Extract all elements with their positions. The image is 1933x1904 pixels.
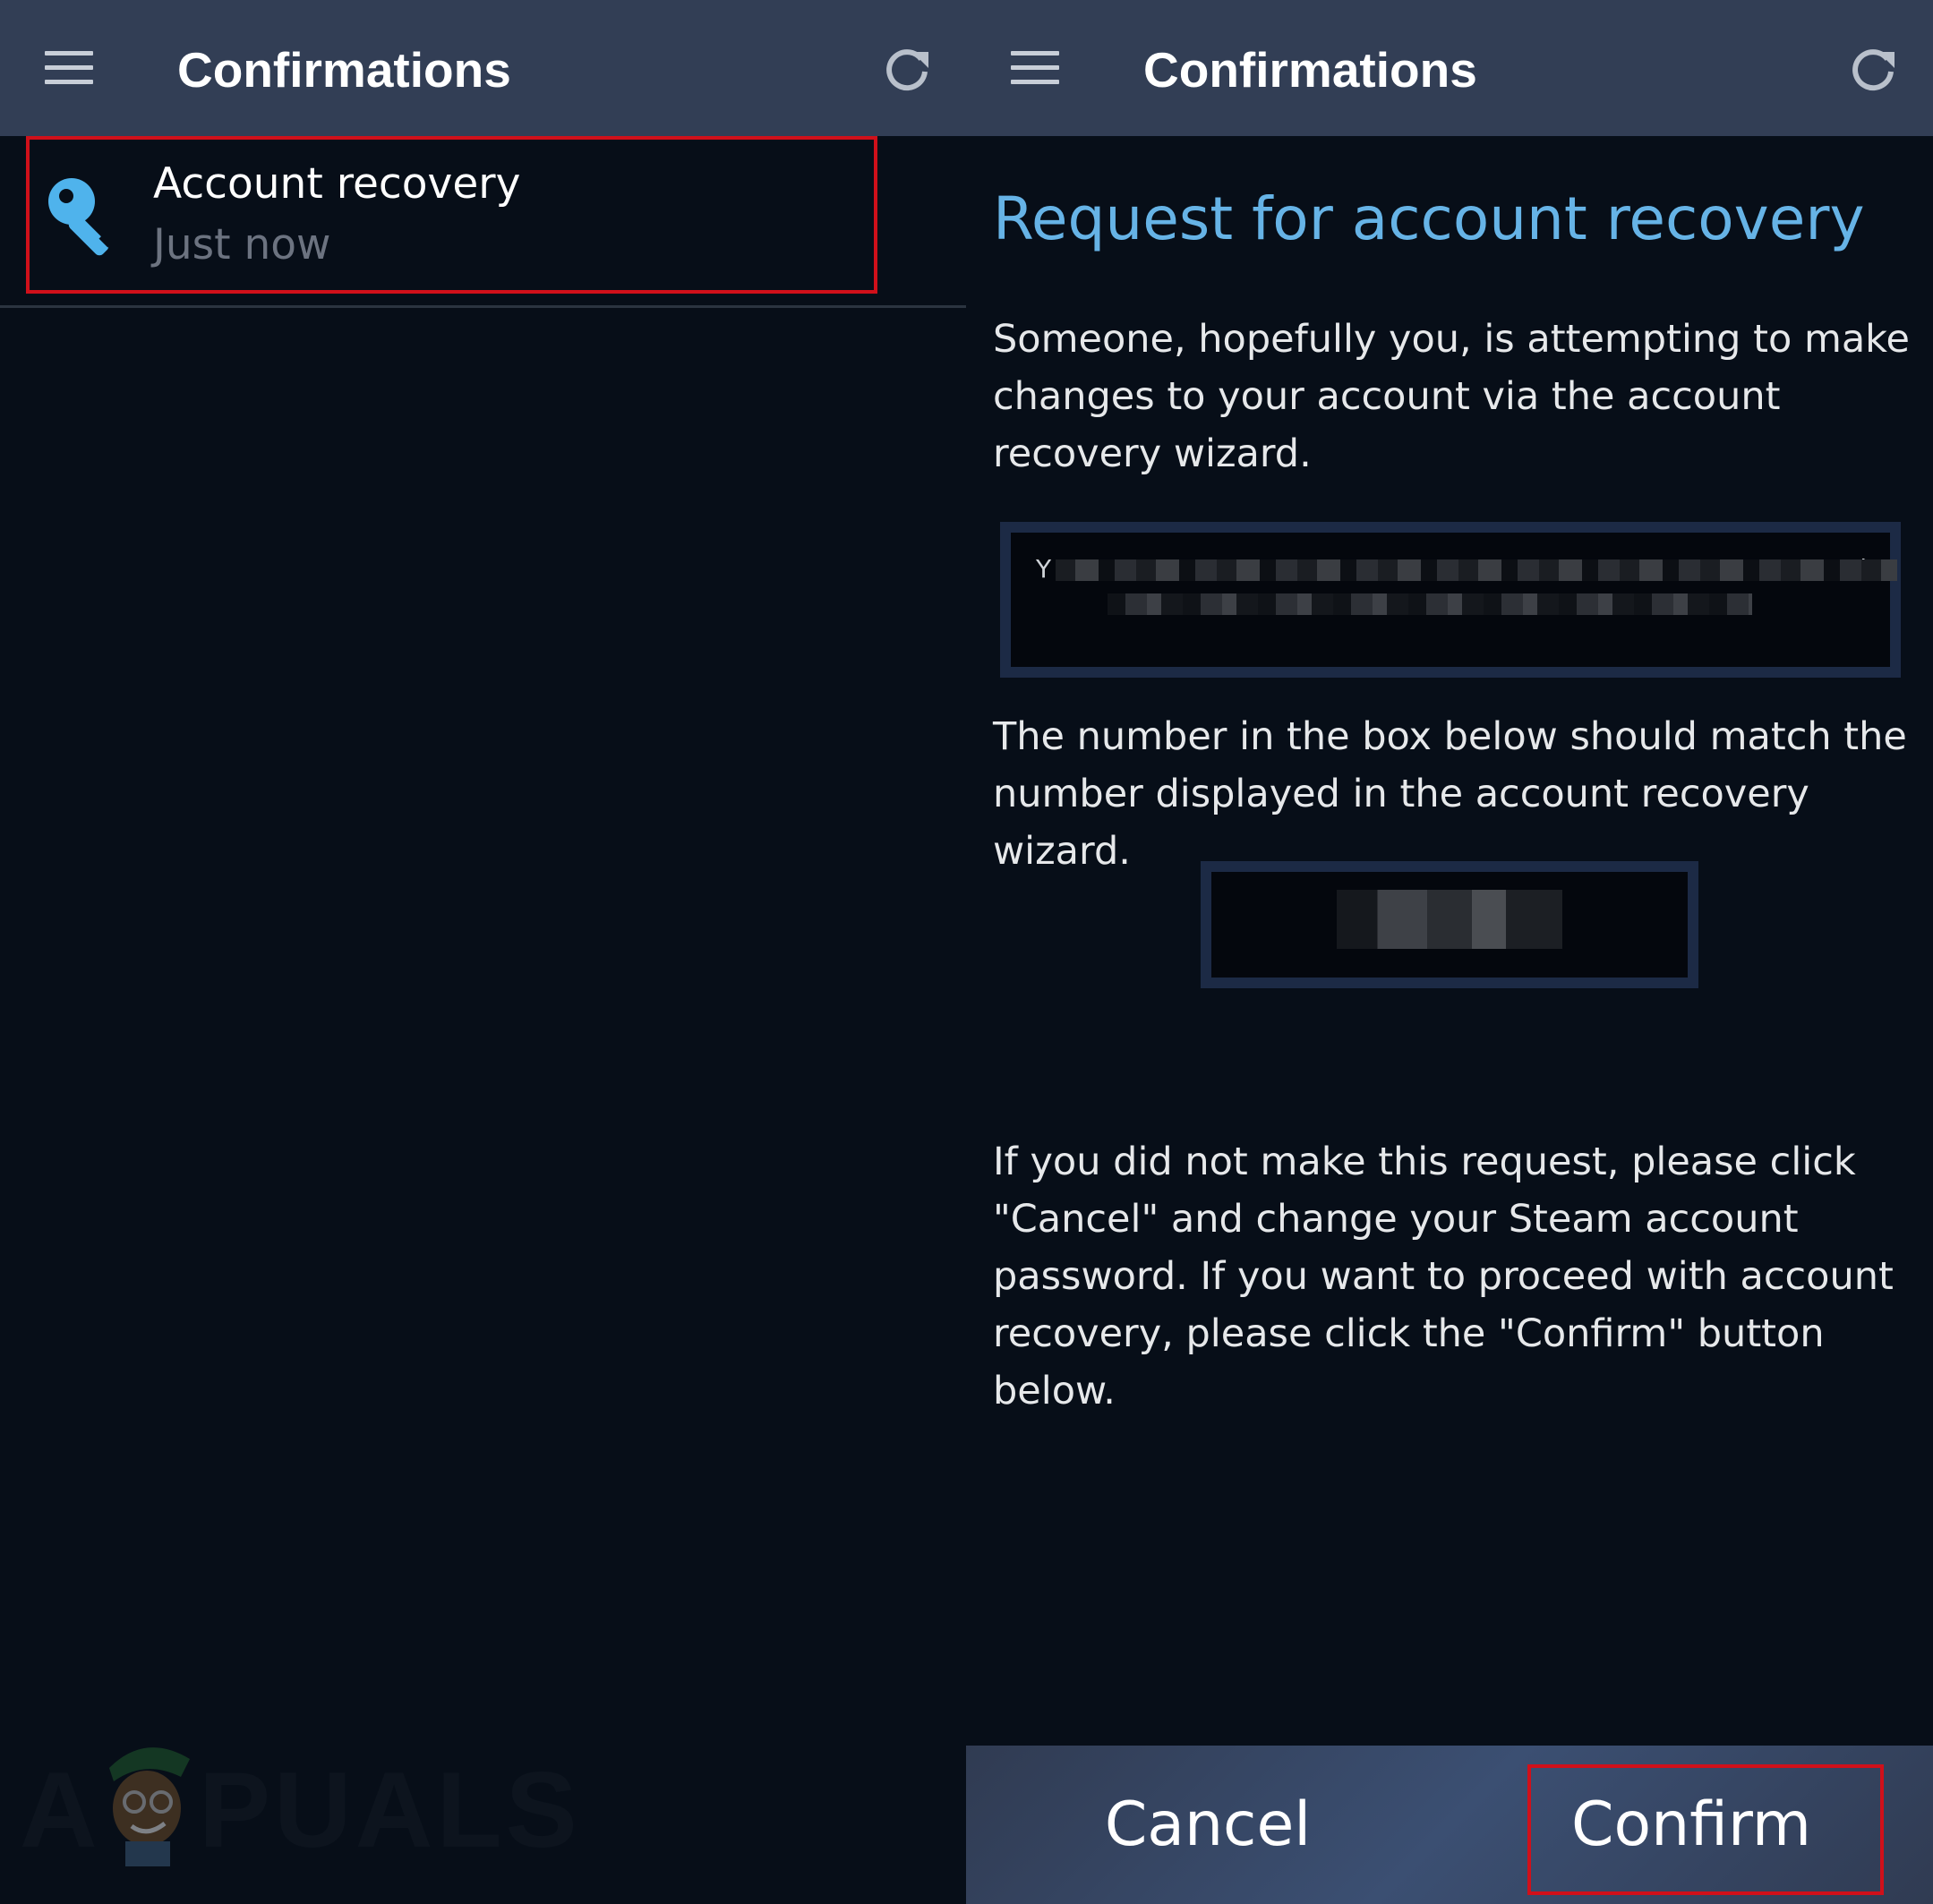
page-title: Confirmations	[177, 42, 511, 98]
redacted-visible-start: Y	[1036, 554, 1052, 584]
watermark-letter-a: A	[20, 1750, 98, 1870]
confirmation-item-time: Just now	[153, 220, 331, 269]
request-title: Request for account recovery	[993, 184, 1865, 253]
key-icon	[48, 178, 115, 256]
confirm-button[interactable]: Confirm	[1450, 1746, 1933, 1904]
watermark-text: PUALS	[199, 1750, 581, 1870]
pixelated-redaction	[1056, 559, 1897, 581]
redacted-details-box: Y rd	[1000, 522, 1901, 678]
cancel-button[interactable]: Cancel	[966, 1746, 1450, 1904]
refresh-icon[interactable]	[1848, 45, 1898, 95]
page-title: Confirmations	[1143, 42, 1477, 98]
top-app-bar: Confirmations	[966, 0, 1933, 136]
hamburger-menu-icon[interactable]	[1011, 51, 1059, 85]
recovery-code-box	[1201, 861, 1698, 988]
list-divider	[0, 305, 966, 308]
pixelated-redaction	[1108, 593, 1752, 615]
confirmation-detail-panel: Confirmations Request for account recove…	[966, 0, 1933, 1904]
hamburger-menu-icon[interactable]	[45, 51, 93, 85]
match-instruction-paragraph: The number in the box below should match…	[993, 714, 1907, 874]
confirmations-list-panel: Confirmations Account recovery Just now …	[0, 0, 966, 1904]
confirmation-item-title: Account recovery	[153, 159, 521, 209]
action-button-bar: Cancel Confirm	[966, 1746, 1933, 1904]
pixelated-code	[1337, 890, 1562, 949]
top-app-bar: Confirmations	[0, 0, 966, 136]
appuals-watermark-logo: A PUALS	[20, 1732, 593, 1875]
description-paragraph: Someone, hopefully you, is attempting to…	[993, 317, 1911, 476]
watermark-mascot-icon	[109, 1747, 190, 1866]
refresh-icon[interactable]	[882, 45, 932, 95]
confirmation-item-account-recovery[interactable]: Account recovery Just now	[0, 136, 966, 306]
warning-paragraph: If you did not make this request, please…	[993, 1140, 1894, 1413]
